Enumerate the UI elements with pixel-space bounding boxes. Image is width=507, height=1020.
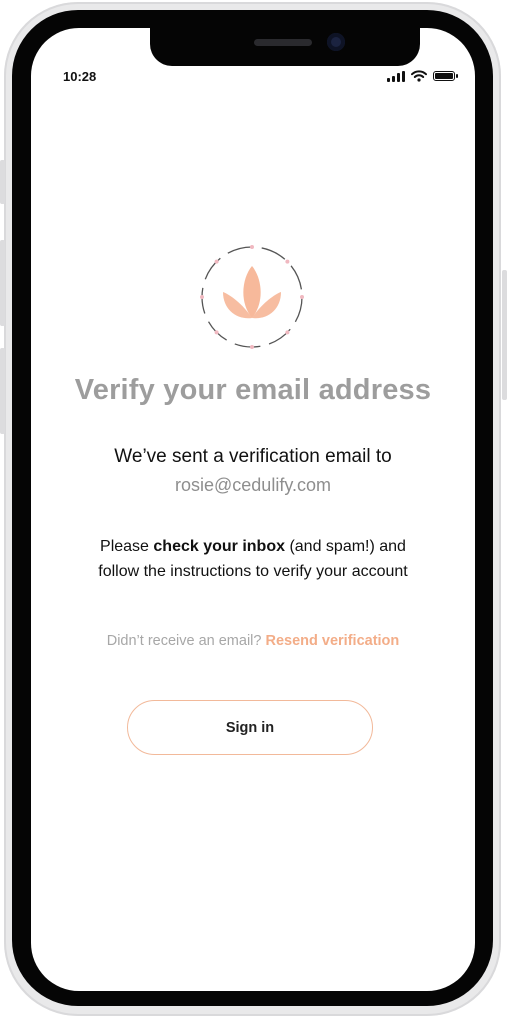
phone-screen: 10:28 Verify your email address We’ve se… [31,28,475,991]
instructions-bold: check your inbox [153,538,285,555]
email-address: rosie@cedulify.com [175,475,331,495]
front-camera [327,33,345,51]
lotus-icon [200,245,304,349]
battery-icon [433,71,458,81]
sign-in-button[interactable]: Sign in [127,700,373,755]
status-icons [387,70,458,82]
resend-prompt: Didn’t receive an email? [106,633,266,649]
wifi-icon [411,70,427,82]
side-button-left [0,160,5,204]
volume-up-button [0,240,5,326]
page-title: Verify your email address [74,374,432,406]
instructions-text: Please check your inbox (and spam!) and … [31,534,475,584]
resend-verification-link[interactable]: Resend verification [266,633,400,649]
status-time: 10:28 [63,69,97,84]
instructions-suffix: (and spam!) and [285,538,406,555]
power-button [502,270,507,400]
speaker-grille [254,39,312,46]
instructions-line-2: follow the instructions to verify your a… [98,563,408,580]
sent-message: We’ve sent a verification email to [114,446,392,467]
signal-icon [387,70,405,82]
resend-row: Didn’t receive an email? Resend verifica… [31,633,475,649]
notch [150,28,420,66]
instructions-line-1: Please check your inbox (and spam!) and [31,534,475,559]
instructions-prefix: Please [100,538,154,555]
volume-down-button [0,348,5,434]
